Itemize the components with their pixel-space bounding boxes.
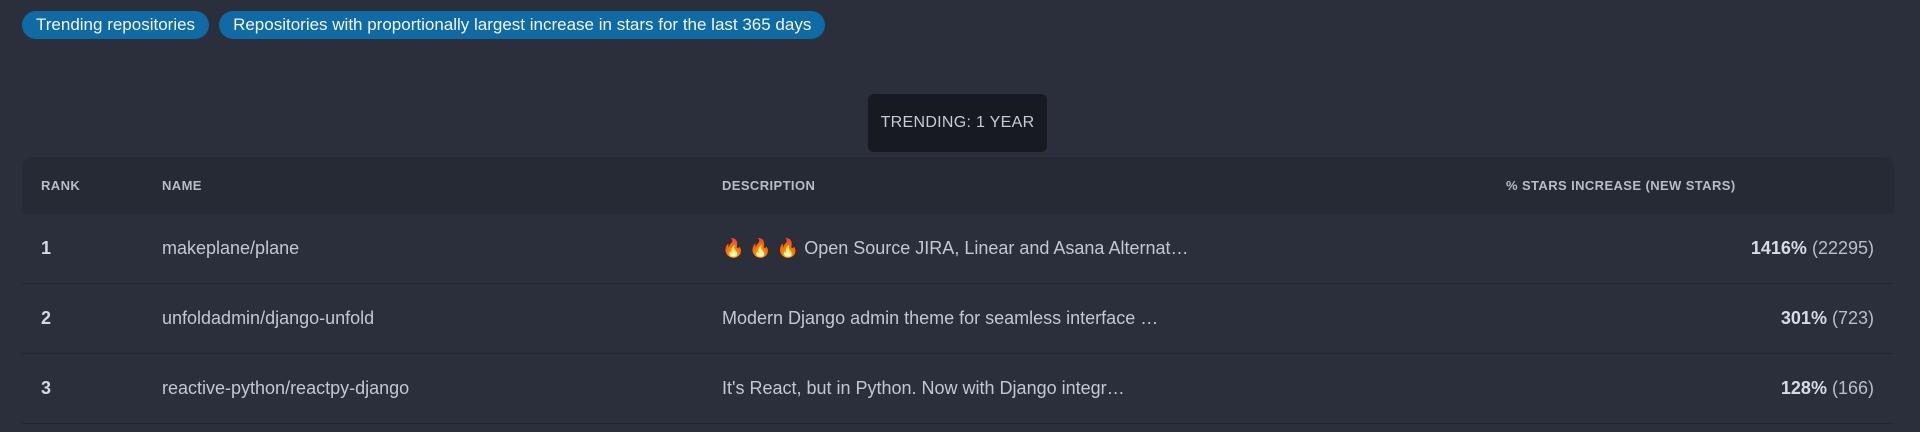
repo-description: Modern Django admin theme for seamless i…: [722, 308, 1159, 328]
stars-percent: 128%: [1780, 378, 1827, 398]
new-stars-count: (166): [1831, 378, 1874, 398]
repo-description: 🔥 🔥 🔥 Open Source JIRA, Linear and Asana…: [722, 238, 1189, 258]
table-row[interactable]: 2 unfoldadmin/django-unfold Modern Djang…: [22, 284, 1894, 354]
tag-trending-repositories[interactable]: Trending repositories: [22, 11, 210, 39]
trending-table: RANK NAME DESCRIPTION % STARS INCREASE (…: [22, 157, 1894, 424]
stars-increase: 128% (166): [1781, 354, 1874, 423]
table-row[interactable]: 3 reactive-python/reactpy-django It's Re…: [22, 354, 1894, 424]
period-selector-button[interactable]: TRENDING: 1 YEAR: [868, 94, 1047, 152]
stars-increase: 301% (723): [1781, 284, 1874, 353]
new-stars-count: (22295): [1811, 238, 1874, 258]
stars-increase: 1416% (22295): [1751, 214, 1874, 283]
row-rank: 1: [41, 238, 52, 258]
header-name: NAME: [162, 178, 202, 193]
repo-name-link[interactable]: reactive-python/reactpy-django: [162, 354, 409, 423]
header-rank: RANK: [41, 178, 81, 193]
repo-name-link[interactable]: unfoldadmin/django-unfold: [162, 284, 374, 353]
table-row[interactable]: 1 makeplane/plane 🔥 🔥 🔥 Open Source JIRA…: [22, 214, 1894, 284]
header-stars-increase: % STARS INCREASE (NEW STARS): [1506, 178, 1736, 193]
new-stars-count: (723): [1831, 308, 1874, 328]
row-rank: 3: [41, 378, 52, 398]
stars-percent: 301%: [1780, 308, 1827, 328]
repo-description: It's React, but in Python. Now with Djan…: [722, 378, 1125, 398]
repo-name-link[interactable]: makeplane/plane: [162, 214, 299, 283]
tag-bar: Trending repositories Repositories with …: [22, 11, 826, 39]
table-header: RANK NAME DESCRIPTION % STARS INCREASE (…: [22, 157, 1894, 214]
row-rank: 2: [41, 308, 52, 328]
tag-largest-increase-365-days[interactable]: Repositories with proportionally largest…: [219, 11, 826, 39]
stars-percent: 1416%: [1750, 238, 1807, 258]
header-description: DESCRIPTION: [722, 178, 816, 193]
